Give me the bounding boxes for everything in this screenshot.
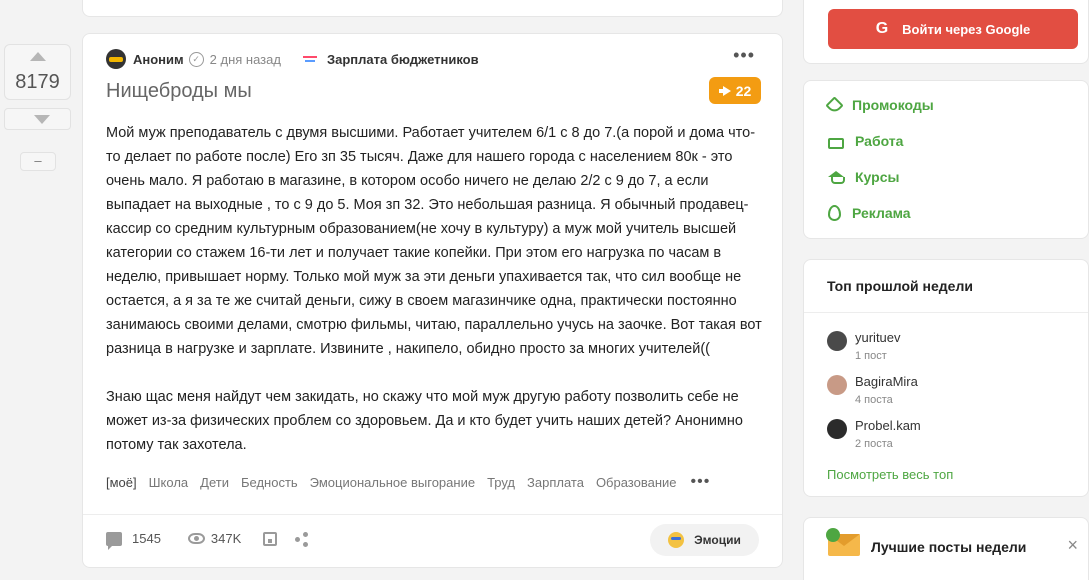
- google-login-label: Войти через Google: [902, 21, 1031, 37]
- megaphone-icon: [718, 86, 731, 96]
- top-user-item[interactable]: yurituev 1 пост: [827, 330, 901, 362]
- post-card: Аноним ✓ 2 дня назад Зарплата бюджетнико…: [82, 33, 783, 568]
- divider: [804, 312, 1088, 313]
- post-header: Аноним ✓ 2 дня назад Зарплата бюджетнико…: [106, 48, 479, 70]
- community-icon: [302, 54, 317, 64]
- check-badge-icon: [826, 528, 840, 542]
- post-footer: 1545 347K: [106, 531, 309, 550]
- sidebar-link-courses[interactable]: Курсы: [828, 169, 899, 185]
- community-link[interactable]: Зарплата бюджетников: [327, 52, 479, 67]
- views-count: 347K: [210, 531, 242, 546]
- best-posts-title: Лучшие посты недели: [871, 539, 1027, 555]
- links-card: Промокоды Работа Курсы Реклама: [803, 80, 1089, 239]
- tag[interactable]: Эмоциональное выгорание: [310, 475, 475, 490]
- view-all-top-link[interactable]: Посмотреть весь топ: [827, 467, 953, 482]
- sidebar-link-work[interactable]: Работа: [828, 133, 903, 149]
- downvote-arrow-icon: [34, 115, 50, 124]
- top-user-item[interactable]: BagiraMira 4 поста: [827, 374, 918, 406]
- briefcase-icon: [828, 137, 844, 149]
- post-time: 2 дня назад: [209, 51, 281, 67]
- sidebar-link-label: Промокоды: [852, 97, 934, 113]
- emoji-face-icon: [668, 532, 685, 548]
- comment-icon: [106, 531, 122, 550]
- login-card: G Войти через Google: [803, 0, 1089, 64]
- save-button[interactable]: [263, 531, 278, 546]
- emotions-button[interactable]: Эмоции: [650, 524, 759, 556]
- tag[interactable]: Зарплата: [527, 475, 584, 490]
- avatar: [827, 375, 847, 395]
- post-title[interactable]: Нищеброды мы: [106, 80, 252, 103]
- avatar: [827, 331, 847, 351]
- upvote-arrow-icon[interactable]: [30, 52, 46, 61]
- top-user-name[interactable]: BagiraMira: [855, 374, 918, 389]
- top-week-title: Топ прошлой недели: [827, 278, 973, 294]
- comments-count: 1545: [132, 531, 161, 546]
- share-icon: [295, 531, 309, 547]
- downvote-button[interactable]: [4, 108, 71, 130]
- author-name[interactable]: Аноним: [133, 52, 184, 67]
- post-body: Мой муж преподаватель с двумя высшими. Р…: [106, 121, 766, 481]
- post-paragraph: Мой муж преподаватель с двумя высшими. Р…: [106, 125, 762, 357]
- top-user-posts: 1 пост: [855, 350, 887, 362]
- post-menu-icon[interactable]: •••: [733, 46, 755, 64]
- avatar: [827, 419, 847, 439]
- sidebar-link-promocodes[interactable]: Промокоды: [825, 95, 934, 115]
- top-user-name[interactable]: Probel.kam: [855, 418, 921, 433]
- author-avatar[interactable]: [106, 49, 126, 69]
- best-posts-card: Лучшие посты недели ×: [803, 517, 1089, 580]
- divider: [83, 514, 782, 515]
- tag[interactable]: Школа: [149, 475, 189, 490]
- tag[interactable]: Бедность: [241, 475, 298, 490]
- tag[interactable]: Образование: [596, 475, 677, 490]
- eye-icon: [187, 533, 205, 544]
- top-user-posts: 2 поста: [855, 438, 893, 450]
- rating-value: 22: [735, 82, 752, 99]
- rating-badge: 22: [709, 77, 761, 104]
- top-user-item[interactable]: Probel.kam 2 поста: [827, 418, 921, 450]
- sidebar-link-label: Работа: [855, 133, 904, 149]
- google-icon: G: [875, 20, 889, 37]
- post-paragraph: Знаю щас меня найдут чем закидать, но ск…: [106, 389, 743, 453]
- top-week-card: Топ прошлой недели yurituev 1 пост Bagir…: [803, 259, 1089, 497]
- tag[interactable]: Труд: [487, 475, 515, 490]
- google-login-button[interactable]: G Войти через Google: [828, 9, 1078, 49]
- close-icon[interactable]: ×: [1067, 535, 1078, 556]
- views-counter: 347K: [187, 531, 242, 546]
- top-user-posts: 4 поста: [855, 394, 893, 406]
- previous-card-bottom: [82, 0, 783, 17]
- top-user-name[interactable]: yurituev: [855, 330, 901, 345]
- comments-button[interactable]: 1545: [106, 531, 161, 550]
- tag-icon: [825, 95, 844, 115]
- fire-icon: [828, 205, 841, 221]
- sidebar-link-label: Реклама: [852, 205, 911, 221]
- verified-icon: ✓: [188, 51, 204, 67]
- vote-count: 8179: [15, 71, 60, 93]
- tag-list: [моё] Школа Дети Бедность Эмоциональное …: [106, 474, 711, 491]
- sidebar-link-label: Курсы: [855, 169, 900, 185]
- emotions-label: Эмоции: [694, 533, 741, 547]
- graduation-cap-icon: [828, 169, 845, 185]
- more-tags-icon[interactable]: •••: [691, 474, 711, 490]
- sidebar-link-ads[interactable]: Реклама: [828, 205, 911, 221]
- save-icon: [263, 531, 278, 546]
- share-button[interactable]: [295, 531, 309, 547]
- tag[interactable]: [моё]: [106, 475, 137, 490]
- collapse-button[interactable]: –: [20, 152, 56, 171]
- tag[interactable]: Дети: [200, 475, 229, 490]
